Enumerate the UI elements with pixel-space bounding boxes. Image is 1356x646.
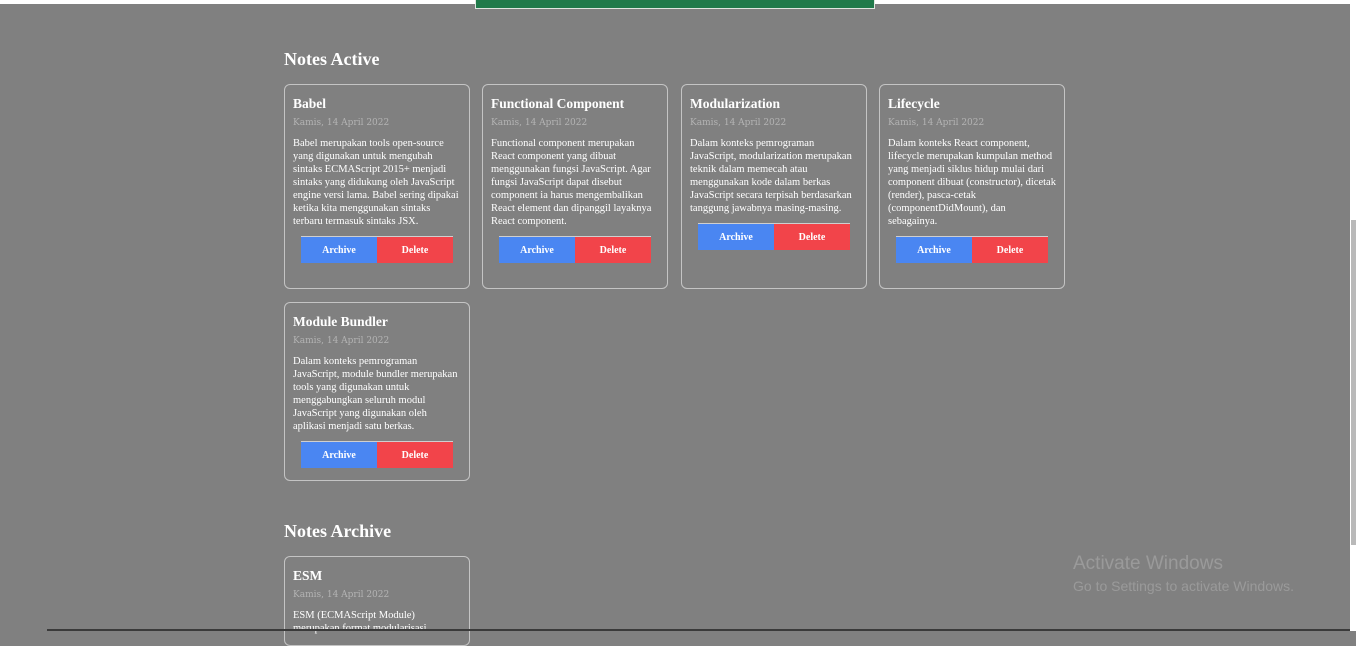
note-title: Module Bundler (293, 314, 388, 329)
archive-button[interactable]: Archive (896, 237, 972, 263)
note-card: Functional Component Kamis, 14 April 202… (482, 84, 668, 289)
note-date: Kamis, 14 April 2022 (888, 118, 985, 128)
delete-button[interactable]: Delete (377, 442, 453, 468)
note-date: Kamis, 14 April 2022 (690, 118, 787, 128)
delete-button[interactable]: Delete (972, 237, 1048, 263)
note-card: Babel Kamis, 14 April 2022 Babel merupak… (284, 84, 470, 289)
note-title: Lifecycle (888, 96, 940, 111)
note-date: Kamis, 14 April 2022 (293, 336, 390, 346)
note-date: Kamis, 14 April 2022 (293, 590, 390, 600)
archive-button[interactable]: Archive (698, 224, 774, 250)
delete-button[interactable]: Delete (377, 237, 453, 263)
note-actions: Archive Delete (301, 236, 453, 263)
note-card: Modularization Kamis, 14 April 2022 Dala… (681, 84, 867, 289)
watermark-subtitle: Go to Settings to activate Windows. (1073, 578, 1294, 594)
note-card: ESM Kamis, 14 April 2022 ESM (ECMAScript… (284, 556, 470, 646)
note-title: Functional Component (491, 96, 625, 111)
archive-button[interactable]: Archive (499, 237, 575, 263)
note-body: Dalam konteks pemrograman JavaScript, mo… (690, 138, 852, 214)
note-body: Dalam konteks React component, lifecycle… (888, 138, 1056, 227)
note-card: Lifecycle Kamis, 14 April 2022 Dalam kon… (879, 84, 1065, 289)
archive-button[interactable]: Archive (301, 442, 377, 468)
activate-windows-watermark: Activate Windows Go to Settings to activ… (1073, 553, 1294, 597)
note-title: ESM (293, 568, 323, 583)
note-actions: Archive Delete (896, 236, 1048, 263)
delete-button[interactable]: Delete (774, 224, 850, 250)
note-date: Kamis, 14 April 2022 (293, 118, 390, 128)
watermark-title: Activate Windows (1073, 553, 1223, 574)
notes-archive-heading: Notes Archive (284, 521, 392, 541)
note-title: Modularization (690, 96, 780, 111)
note-body: Dalam konteks pemrograman JavaScript, mo… (293, 356, 458, 432)
archive-button[interactable]: Archive (301, 237, 377, 263)
note-body: Functional component merupakan React com… (491, 138, 652, 227)
note-body: ESM (ECMAScript Module) merupakan format… (293, 610, 427, 634)
note-actions: Archive Delete (698, 223, 850, 250)
delete-button[interactable]: Delete (575, 237, 651, 263)
scrollbar-thumb[interactable] (1351, 220, 1356, 545)
note-body: Babel merupakan tools open-source yang d… (293, 138, 459, 227)
notes-active-heading: Notes Active (284, 49, 380, 69)
note-actions: Archive Delete (301, 441, 453, 468)
note-date: Kamis, 14 April 2022 (491, 118, 588, 128)
note-title: Babel (293, 96, 327, 111)
add-note-form-edge (475, 0, 875, 9)
note-actions: Archive Delete (499, 236, 651, 263)
note-card: Module Bundler Kamis, 14 April 2022 Dala… (284, 302, 470, 481)
